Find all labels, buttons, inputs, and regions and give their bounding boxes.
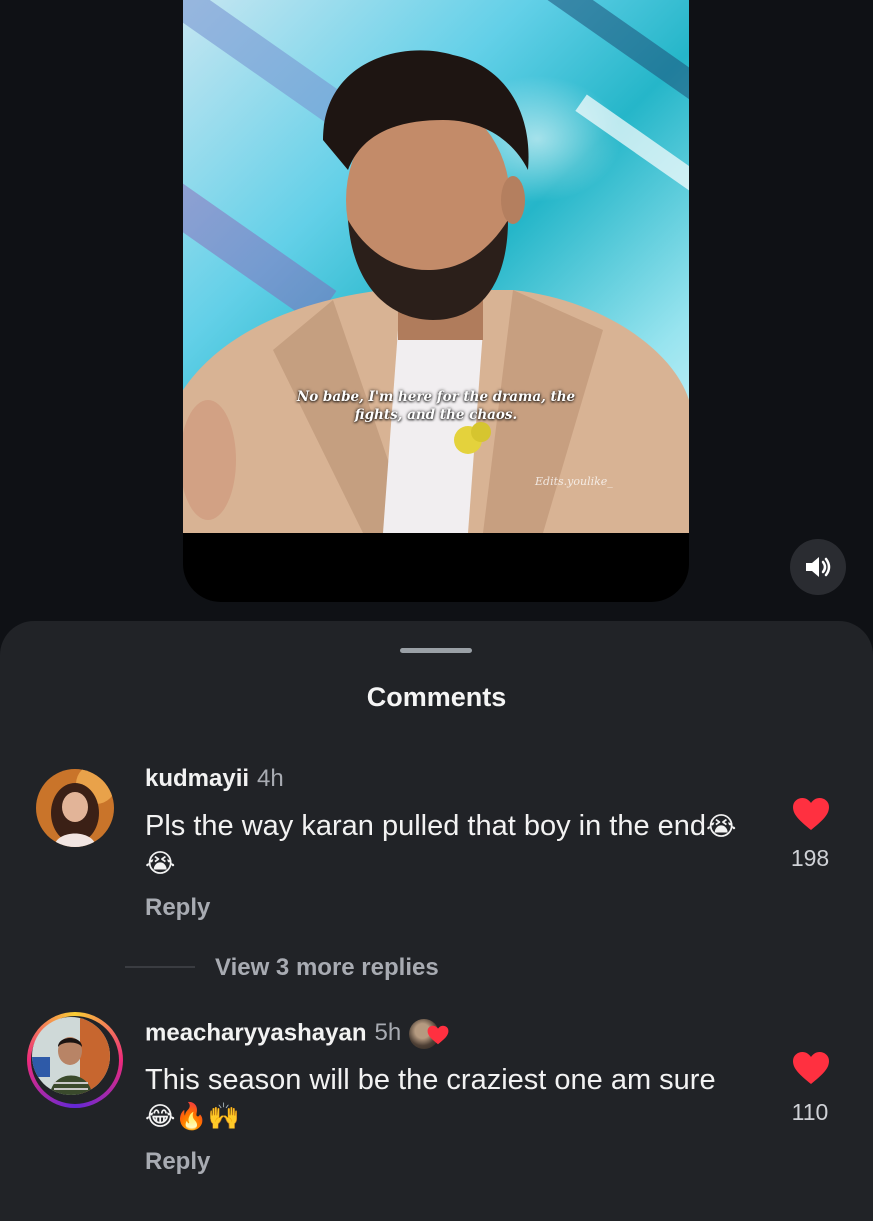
video-subtitle: No babe, I'm here for the drama, the figh… xyxy=(296,389,576,423)
heart-icon xyxy=(427,1025,449,1045)
comments-sheet: Comments kudmayii 4h Pls the way karan pu… xyxy=(0,621,873,1221)
like-count: 198 xyxy=(790,845,830,871)
replies-divider xyxy=(125,966,195,968)
comment-time: 5h xyxy=(374,1019,402,1047)
avatar[interactable] xyxy=(36,769,114,847)
volume-icon xyxy=(806,557,831,577)
video-person-image xyxy=(183,50,689,533)
reel-video-player[interactable]: No babe, I'm here for the drama, the figh… xyxy=(183,0,689,602)
comment-username[interactable]: meacharyyashayan 5h xyxy=(145,1019,449,1049)
video-frame: No babe, I'm here for the drama, the figh… xyxy=(183,0,689,533)
story-ring[interactable] xyxy=(27,1012,123,1108)
comment-emojis: 😂🔥🙌 xyxy=(145,1102,241,1132)
view-more-replies-button[interactable]: View 3 more replies xyxy=(215,954,439,982)
heart-icon[interactable] xyxy=(792,1051,830,1085)
liked-by-creator-badge xyxy=(409,1019,449,1049)
sheet-drag-handle[interactable] xyxy=(400,648,472,653)
comment-username[interactable]: kudmayii 4h xyxy=(145,765,284,793)
sheet-title: Comments xyxy=(366,682,507,712)
mute-button[interactable] xyxy=(790,539,846,595)
reply-button[interactable]: Reply xyxy=(145,1148,210,1176)
comment-text: This season will be the craziest one am … xyxy=(145,1064,716,1132)
comment-text: Pls the way karan pulled that boy in the… xyxy=(145,810,737,879)
like-count: 110 xyxy=(791,1099,829,1125)
comment-time: 4h xyxy=(257,765,284,792)
reply-button[interactable]: Reply xyxy=(145,894,210,922)
avatar xyxy=(32,1017,110,1095)
heart-icon[interactable] xyxy=(792,797,830,831)
video-watermark: Edits.youlike_ xyxy=(535,475,613,488)
